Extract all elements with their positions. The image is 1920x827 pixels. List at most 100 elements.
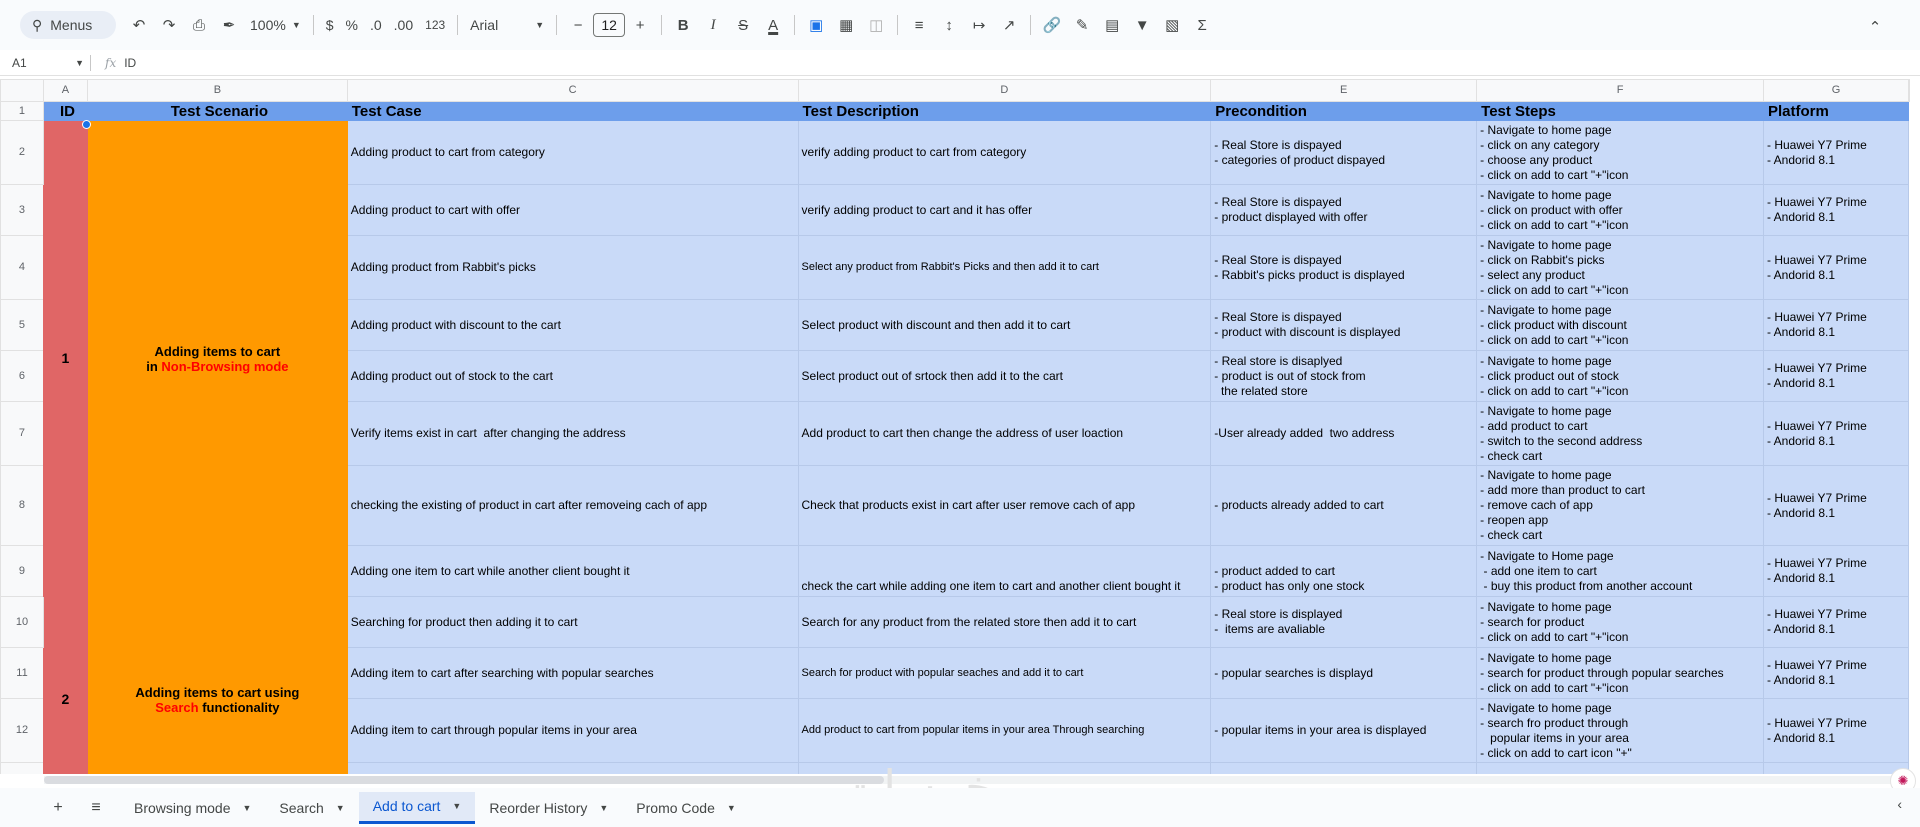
precondition-cell[interactable]: - Real store is displayed - items are av… bbox=[1210, 596, 1478, 648]
test-steps-cell[interactable]: - Navigate to home page - click on Rabbi… bbox=[1476, 235, 1764, 300]
increase-decimal-button[interactable]: .00 bbox=[388, 10, 419, 40]
merge-cells-icon[interactable]: ◫ bbox=[861, 10, 891, 40]
horizontal-align-icon[interactable]: ≡ bbox=[904, 10, 934, 40]
test-case-cell[interactable]: Verify items exist in cart after changin… bbox=[346, 401, 799, 466]
test-steps-cell[interactable]: - Navigate to home page bbox=[1476, 762, 1764, 774]
row-header[interactable]: 6 bbox=[0, 350, 44, 402]
sheet-tab[interactable]: Reorder History ▼ bbox=[475, 792, 622, 824]
selection-handle[interactable] bbox=[82, 120, 91, 129]
row-header[interactable]: 2 bbox=[0, 120, 44, 185]
menus-search-button[interactable]: ⚲ Menus bbox=[20, 11, 116, 39]
precondition-cell[interactable]: - Real Store is dispayed - product displ… bbox=[1210, 184, 1478, 236]
test-steps-cell[interactable]: - Navigate to home page - add more than … bbox=[1476, 465, 1764, 546]
spreadsheet-grid[interactable]: ABCDEFG 1 ID Test Scenario Test Case Test De… bbox=[0, 79, 1910, 774]
row-header[interactable]: 5 bbox=[0, 299, 44, 351]
precondition-cell[interactable]: -User already added two address bbox=[1210, 401, 1478, 466]
test-steps-cell[interactable]: - Navigate to home page - search for pro… bbox=[1476, 647, 1764, 699]
header-test-scenario[interactable]: Test Scenario bbox=[86, 101, 348, 121]
filter-views-icon[interactable]: ▧ bbox=[1157, 10, 1187, 40]
header-test-description[interactable]: Test Description bbox=[797, 101, 1212, 121]
chevron-left-icon[interactable]: ‹ bbox=[1897, 796, 1902, 812]
platform-cell[interactable]: - Huawei Y7 Prime - Andorid 8.1 bbox=[1762, 184, 1910, 236]
text-rotation-icon[interactable]: ↗ bbox=[994, 10, 1024, 40]
precondition-cell[interactable]: - Real Store is dispayed - Rabbit's pick… bbox=[1210, 235, 1478, 300]
currency-format-button[interactable]: $ bbox=[320, 10, 340, 40]
formula-input[interactable]: ID bbox=[124, 56, 136, 70]
more-formats-button[interactable]: 123 bbox=[419, 10, 451, 40]
select-all-corner[interactable] bbox=[0, 79, 44, 102]
test-id-cell[interactable]: 1 bbox=[42, 120, 88, 597]
chevron-down-icon[interactable]: ▼ bbox=[243, 803, 252, 813]
test-case-cell[interactable]: Adding product to cart with offer bbox=[346, 184, 799, 236]
test-case-cell[interactable]: Adding product out of stock to the cart bbox=[346, 350, 799, 402]
column-header-d[interactable]: D bbox=[797, 79, 1212, 102]
filter-icon[interactable]: ▼ bbox=[1127, 10, 1157, 40]
vertical-align-icon[interactable]: ↕ bbox=[934, 10, 964, 40]
header-test-steps[interactable]: Test Steps bbox=[1476, 101, 1764, 121]
test-case-cell[interactable]: Adding item to cart through popular item… bbox=[346, 698, 799, 763]
test-description-cell[interactable]: Search for product with popular seaches … bbox=[797, 647, 1212, 699]
test-case-cell[interactable]: Adding product to cart from category bbox=[346, 120, 799, 185]
header-test-case[interactable]: Test Case bbox=[346, 101, 799, 121]
insert-comment-icon[interactable]: ✎ bbox=[1067, 10, 1097, 40]
row-header[interactable]: 10 bbox=[0, 596, 44, 648]
insert-link-icon[interactable]: 🔗 bbox=[1037, 10, 1067, 40]
row-header[interactable]: 11 bbox=[0, 647, 44, 699]
header-id[interactable]: ID bbox=[42, 101, 88, 121]
insert-chart-icon[interactable]: ▤ bbox=[1097, 10, 1127, 40]
precondition-cell[interactable]: - Real store is disaplyed - product is o… bbox=[1210, 350, 1478, 402]
row-header[interactable]: 1 bbox=[0, 101, 44, 121]
name-box[interactable]: A1 ▼ bbox=[0, 56, 90, 70]
row-header[interactable]: 12 bbox=[0, 698, 44, 763]
decrease-decimal-button[interactable]: .0 bbox=[364, 10, 388, 40]
increase-font-size-icon[interactable]: + bbox=[625, 10, 655, 40]
borders-icon[interactable]: ▦ bbox=[831, 10, 861, 40]
test-steps-cell[interactable]: - Navigate to home page - add product to… bbox=[1476, 401, 1764, 466]
column-header-b[interactable]: B bbox=[86, 79, 348, 102]
platform-cell[interactable]: - Huawei Y7 Prime - Andorid 8.1 bbox=[1762, 120, 1910, 185]
add-sheet-icon[interactable]: + bbox=[44, 794, 72, 822]
test-description-cell[interactable]: Check that products exist in cart after … bbox=[797, 465, 1212, 546]
test-description-cell[interactable]: Select product out of srtock then add it… bbox=[797, 350, 1212, 402]
collapse-toolbar-icon[interactable]: ⌃ bbox=[1860, 12, 1890, 42]
test-description-cell[interactable]: Select any product from Rabbit's Picks a… bbox=[797, 235, 1212, 300]
row-header[interactable]: 13 bbox=[0, 762, 44, 774]
column-header-g[interactable]: G bbox=[1762, 79, 1910, 102]
platform-cell[interactable]: - Huawei Y7 Prime - Andorid 8.1 bbox=[1762, 299, 1910, 351]
precondition-cell[interactable]: - products already added to cart bbox=[1210, 465, 1478, 546]
text-color-icon[interactable]: A bbox=[758, 10, 788, 40]
test-description-cell[interactable]: Select product with discount and then ad… bbox=[797, 299, 1212, 351]
italic-icon[interactable]: I bbox=[698, 10, 728, 40]
sheet-tab[interactable]: Search ▼ bbox=[265, 792, 358, 824]
scrollbar-thumb[interactable] bbox=[44, 776, 884, 784]
test-case-cell[interactable]: Adding one item to cart while another cl… bbox=[346, 545, 799, 597]
platform-cell[interactable]: - Huawei Y7 Prime - Andorid 8.1 bbox=[1762, 698, 1910, 763]
paint-format-icon[interactable]: ✒ bbox=[214, 10, 244, 40]
undo-icon[interactable]: ↶ bbox=[124, 10, 154, 40]
test-id-cell[interactable]: 2 bbox=[42, 596, 88, 774]
test-case-cell[interactable]: checking the existing of product in cart… bbox=[346, 465, 799, 546]
precondition-cell[interactable]: - Real Store is dispayed - product with … bbox=[1210, 299, 1478, 351]
platform-cell[interactable]: - Huawei Y7 Prime - Andorid 8.1 bbox=[1762, 401, 1910, 466]
test-case-cell[interactable]: Searching for product then adding it to … bbox=[346, 596, 799, 648]
platform-cell[interactable] bbox=[1762, 762, 1910, 774]
test-steps-cell[interactable]: - Navigate to home page - click product … bbox=[1476, 350, 1764, 402]
sheet-tab[interactable]: Add to cart ▼ bbox=[358, 791, 476, 824]
row-header[interactable]: 4 bbox=[0, 235, 44, 300]
test-description-cell[interactable]: Search for any product from the related … bbox=[797, 596, 1212, 648]
precondition-cell[interactable]: - product added to cart - product has on… bbox=[1210, 545, 1478, 597]
column-header-a[interactable]: A bbox=[42, 79, 88, 102]
test-description-cell[interactable]: verify adding product to cart and it has… bbox=[797, 184, 1212, 236]
test-case-cell[interactable]: Adding item to cart after searching with… bbox=[346, 647, 799, 699]
row-header[interactable]: 7 bbox=[0, 401, 44, 466]
test-description-cell[interactable]: Add product to cart from popular items i… bbox=[797, 698, 1212, 763]
print-icon[interactable]: ⎙ bbox=[184, 10, 214, 40]
row-header[interactable]: 9 bbox=[0, 545, 44, 597]
row-header[interactable]: 3 bbox=[0, 184, 44, 236]
test-steps-cell[interactable]: - Navigate to home page - search for pro… bbox=[1476, 596, 1764, 648]
precondition-cell[interactable]: - Real Store is dispayed - categories of… bbox=[1210, 120, 1478, 185]
precondition-cell[interactable]: - popular items in your area is displaye… bbox=[1210, 698, 1478, 763]
bold-icon[interactable]: B bbox=[668, 10, 698, 40]
font-size-input[interactable]: 12 bbox=[593, 13, 626, 37]
test-steps-cell[interactable]: - Navigate to home page - click on produ… bbox=[1476, 184, 1764, 236]
